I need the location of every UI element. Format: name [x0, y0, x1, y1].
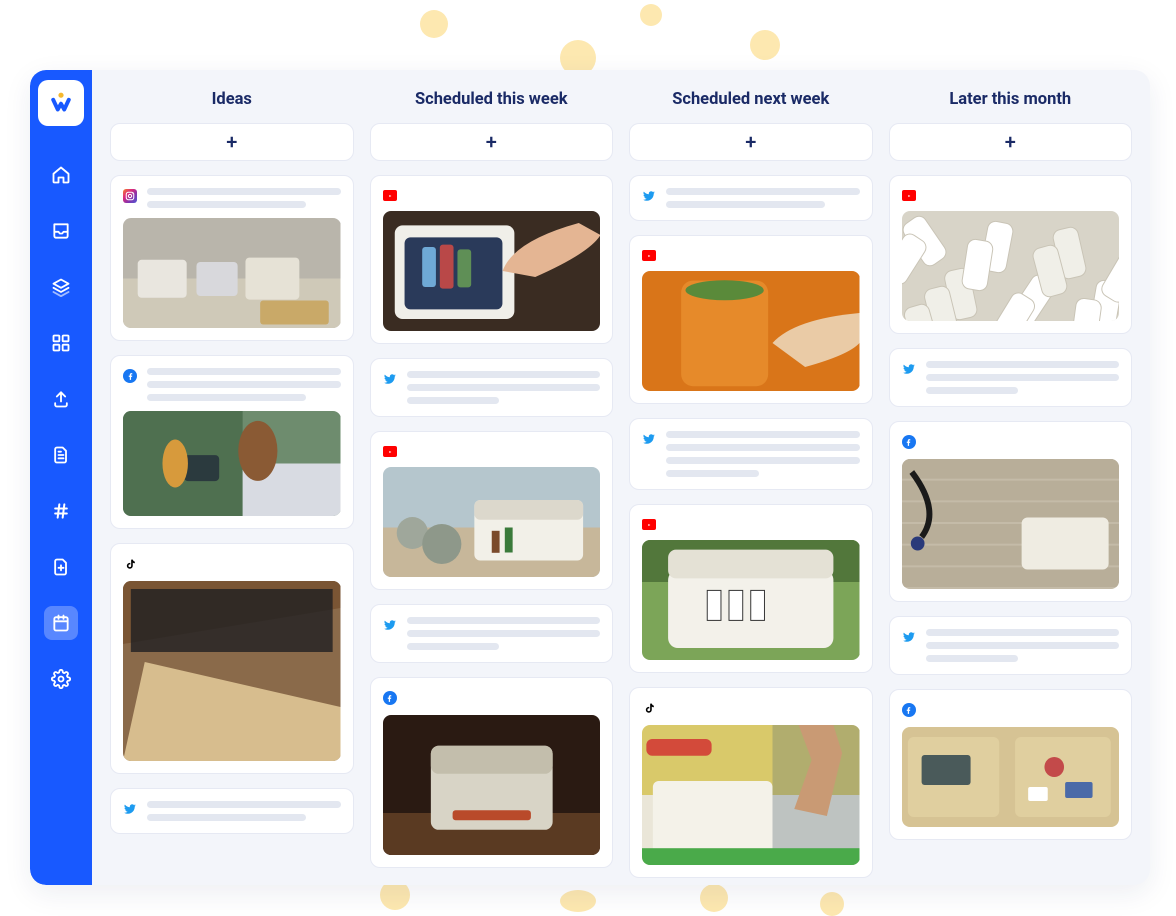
youtube-icon: [902, 190, 916, 201]
twitter-icon: [383, 372, 397, 386]
post-card[interactable]: [370, 175, 614, 344]
nav-calendar-icon[interactable]: [44, 606, 78, 640]
post-card[interactable]: [370, 358, 614, 417]
post-thumbnail: [642, 540, 860, 660]
post-card[interactable]: [110, 788, 354, 834]
post-card[interactable]: [889, 175, 1133, 334]
post-thumbnail: [123, 581, 341, 761]
kanban-board: Ideas + Scheduled this week +: [92, 70, 1150, 885]
post-card[interactable]: [110, 543, 354, 774]
post-card[interactable]: [370, 677, 614, 868]
tiktok-icon: [123, 557, 137, 571]
nav-settings-icon[interactable]: [44, 662, 78, 696]
post-card[interactable]: [370, 604, 614, 663]
post-card[interactable]: [110, 175, 354, 341]
sidebar: [30, 70, 92, 885]
post-text-placeholder: [926, 361, 1120, 394]
post-thumbnail: [642, 725, 860, 865]
youtube-icon: [383, 446, 397, 457]
app-frame: Ideas + Scheduled this week +: [30, 70, 1150, 885]
column-title: Scheduled this week: [370, 88, 614, 109]
post-thumbnail: [642, 271, 860, 391]
add-card-button[interactable]: +: [889, 123, 1133, 161]
column: Ideas +: [110, 88, 354, 885]
post-card[interactable]: [370, 431, 614, 590]
post-text-placeholder: [666, 431, 860, 477]
twitter-icon: [383, 618, 397, 632]
post-text-placeholder: [666, 188, 860, 208]
nav-layers-icon[interactable]: [44, 270, 78, 304]
twitter-icon: [123, 802, 137, 816]
post-thumbnail: [902, 211, 1120, 321]
nav-new-icon[interactable]: [44, 550, 78, 584]
post-thumbnail: [123, 218, 341, 328]
post-text-placeholder: [407, 371, 601, 404]
facebook-icon: [902, 435, 916, 449]
nav-upload-icon[interactable]: [44, 382, 78, 416]
add-card-button[interactable]: +: [370, 123, 614, 161]
column: Scheduled this week +: [370, 88, 614, 885]
post-card[interactable]: [889, 348, 1133, 407]
column: Scheduled next week +: [629, 88, 873, 885]
post-card[interactable]: [889, 421, 1133, 602]
youtube-icon: [642, 250, 656, 261]
twitter-icon: [642, 189, 656, 203]
twitter-icon: [642, 432, 656, 446]
youtube-icon: [383, 190, 397, 201]
twitter-icon: [902, 362, 916, 376]
post-text-placeholder: [147, 188, 341, 208]
post-card[interactable]: [629, 504, 873, 673]
post-card[interactable]: [629, 418, 873, 490]
post-card[interactable]: [889, 616, 1133, 675]
facebook-icon: [902, 703, 916, 717]
nav-home-icon[interactable]: [44, 158, 78, 192]
post-card[interactable]: [629, 687, 873, 878]
add-card-button[interactable]: +: [110, 123, 354, 161]
tiktok-icon: [642, 701, 656, 715]
column-title: Ideas: [110, 88, 354, 109]
post-thumbnail: [123, 411, 341, 516]
post-thumbnail: [902, 727, 1120, 827]
column-title: Later this month: [889, 88, 1133, 109]
add-card-button[interactable]: +: [629, 123, 873, 161]
post-thumbnail: [383, 715, 601, 855]
post-text-placeholder: [147, 801, 341, 821]
facebook-icon: [383, 691, 397, 705]
post-card[interactable]: [110, 355, 354, 529]
post-thumbnail: [383, 211, 601, 331]
twitter-icon: [902, 630, 916, 644]
post-card[interactable]: [629, 235, 873, 404]
post-thumbnail: [902, 459, 1120, 589]
nav-hash-icon[interactable]: [44, 494, 78, 528]
nav-grid-icon[interactable]: [44, 326, 78, 360]
instagram-icon: [123, 189, 137, 203]
app-logo[interactable]: [38, 80, 84, 126]
post-text-placeholder: [147, 368, 341, 401]
facebook-icon: [123, 369, 137, 383]
post-thumbnail: [383, 467, 601, 577]
post-text-placeholder: [407, 617, 601, 650]
column-title: Scheduled next week: [629, 88, 873, 109]
column: Later this month +: [889, 88, 1133, 885]
post-text-placeholder: [926, 629, 1120, 662]
post-card[interactable]: [889, 689, 1133, 840]
youtube-icon: [642, 519, 656, 530]
post-card[interactable]: [629, 175, 873, 221]
nav-doc-icon[interactable]: [44, 438, 78, 472]
nav-inbox-icon[interactable]: [44, 214, 78, 248]
